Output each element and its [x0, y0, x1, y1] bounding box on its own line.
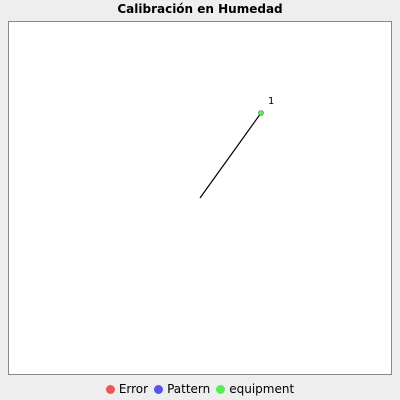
legend-label-2: equipment [229, 382, 295, 396]
legend-item-2: equipment [216, 382, 294, 396]
chart-legend: Error Pattern equipment [0, 380, 400, 398]
legend-label-0: Error [118, 382, 149, 396]
data-point-2-1 [258, 110, 264, 116]
legend-swatch-2 [216, 384, 226, 394]
legend-label-1: Pattern [167, 382, 211, 396]
legend-swatch-1 [154, 384, 164, 394]
legend-swatch-0 [105, 384, 115, 394]
data-label-2-1: 1 [268, 96, 274, 107]
legend-item-0: Error [105, 382, 149, 396]
chart-svg: 1 [8, 21, 392, 375]
chart-title: Calibración en Humedad [117, 2, 283, 16]
legend-item-1: Pattern [154, 382, 210, 396]
